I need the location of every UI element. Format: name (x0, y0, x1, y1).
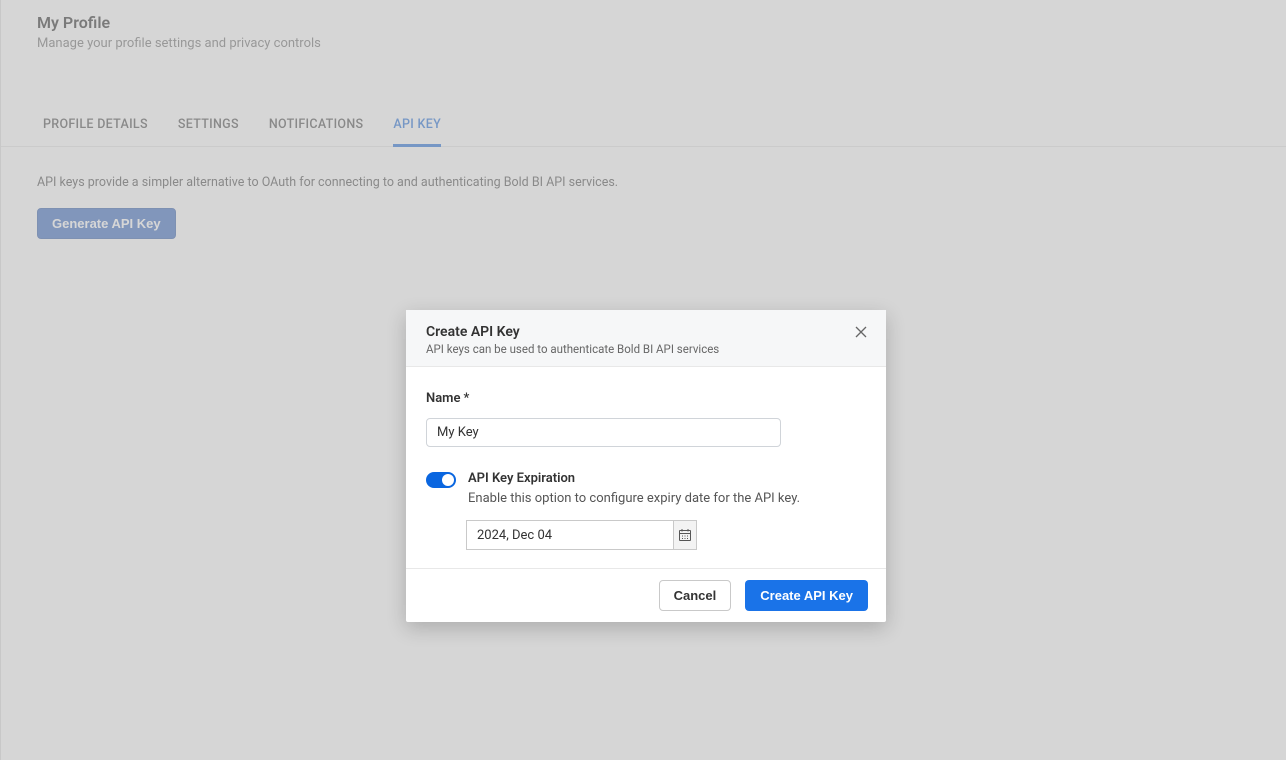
cancel-button[interactable]: Cancel (659, 580, 732, 611)
expiration-row: API Key Expiration Enable this option to… (426, 471, 866, 506)
expiration-label: API Key Expiration (468, 471, 800, 486)
calendar-icon[interactable] (673, 520, 697, 550)
name-field-label: Name* (426, 391, 866, 406)
close-icon[interactable] (852, 324, 870, 342)
modal-footer: Cancel Create API Key (406, 568, 886, 622)
modal-header: Create API Key API keys can be used to a… (406, 310, 886, 367)
modal-body: Name* API Key Expiration Enable this opt… (406, 367, 886, 568)
create-api-key-modal: Create API Key API keys can be used to a… (406, 310, 886, 622)
expiration-date-input[interactable] (466, 520, 673, 550)
expiration-description: Enable this option to configure expiry d… (468, 491, 800, 506)
required-mark: * (463, 391, 469, 406)
expiration-toggle[interactable] (426, 472, 456, 488)
modal-title: Create API Key (426, 324, 866, 340)
modal-subtitle: API keys can be used to authenticate Bol… (426, 342, 866, 356)
toggle-knob (442, 474, 454, 486)
api-key-name-input[interactable] (426, 418, 781, 447)
expiration-date-row (466, 520, 866, 550)
name-label-text: Name (426, 391, 460, 406)
expiration-text-block: API Key Expiration Enable this option to… (468, 471, 800, 506)
create-api-key-button[interactable]: Create API Key (745, 580, 868, 611)
